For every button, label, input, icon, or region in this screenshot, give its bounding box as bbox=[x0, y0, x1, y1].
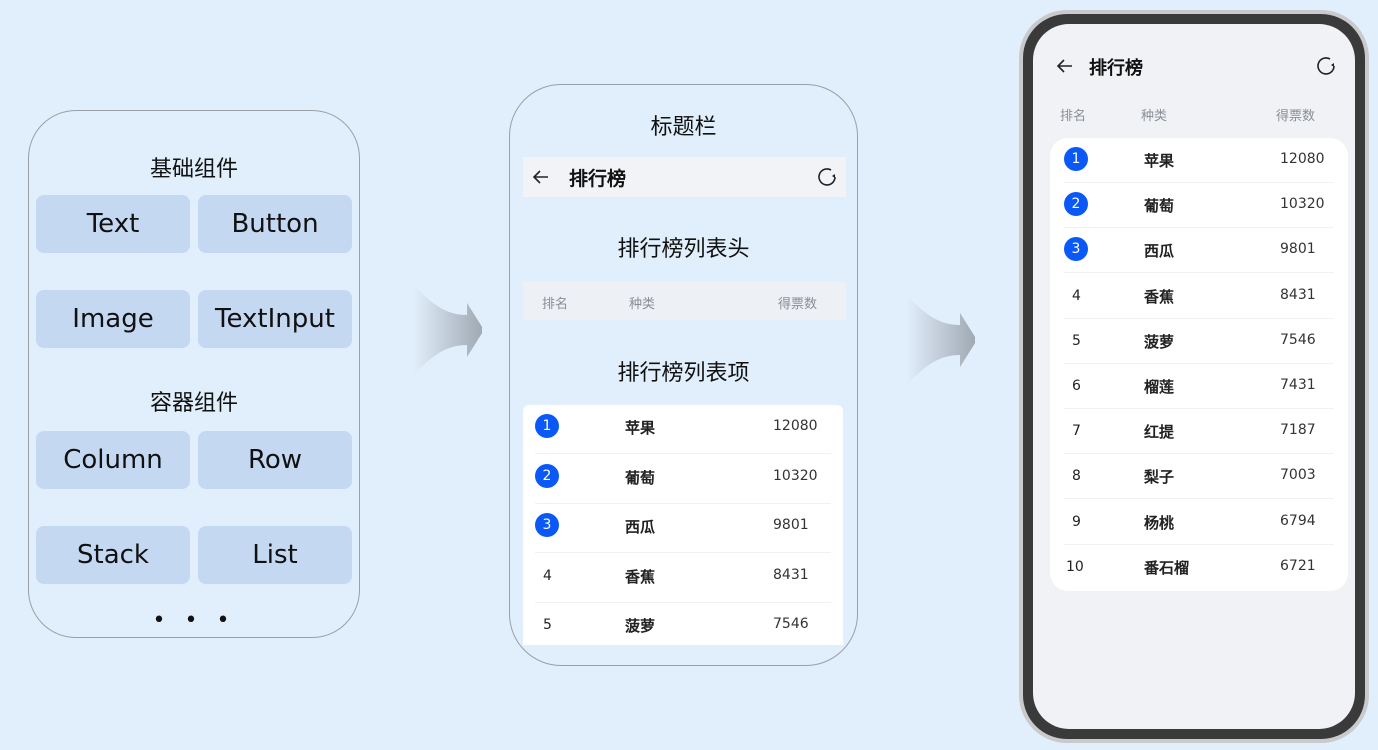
header-rank: 排名 bbox=[542, 297, 569, 312]
fruit-name: 西瓜 bbox=[625, 518, 656, 536]
rank-badge: 3 bbox=[535, 513, 559, 537]
rank-number: 10 bbox=[1066, 558, 1084, 575]
phone-mockup: 排行榜 排名 种类 得票数 1 苹果 12080 2 葡萄 10320 3 西瓜 9801 4 香蕉… bbox=[1019, 10, 1369, 743]
chip-textinput: TextInput bbox=[198, 290, 352, 348]
list-item[interactable]: 10 番石榴 6721 bbox=[1050, 545, 1348, 590]
vote-count: 7431 bbox=[1280, 377, 1316, 393]
rank-badge: 2 bbox=[1064, 192, 1088, 217]
list-item[interactable]: 5 菠萝 7546 bbox=[1050, 319, 1348, 364]
title-bar-title: 排行榜 bbox=[569, 167, 627, 190]
header-label: 排行榜列表头 bbox=[617, 237, 750, 262]
chip-button: Button bbox=[198, 195, 352, 253]
vote-count: 9801 bbox=[1280, 241, 1316, 258]
list-item[interactable]: 4 香蕉 8431 bbox=[523, 554, 843, 603]
breakdown-panel: 标题栏 排行榜 排行榜列表头 排名 种类 得票数 排行榜列表项 1 苹果 12080… bbox=[509, 84, 858, 666]
refresh-icon[interactable] bbox=[1315, 55, 1337, 77]
ranking-list: 1 苹果 12080 2 葡萄 10320 3 西瓜 9801 4 香蕉 8431 5 菠萝 7546 6 榴莲… bbox=[1050, 138, 1348, 591]
list-item[interactable]: 7 红提 7187 bbox=[1050, 409, 1348, 455]
components-panel: 基础组件 Text Button Image TextInput 容器组件 Co… bbox=[28, 110, 360, 638]
vote-count: 9801 bbox=[773, 517, 809, 533]
vote-count: 7546 bbox=[773, 616, 809, 632]
flow-arrow-icon bbox=[907, 295, 975, 385]
arrow-left-icon[interactable] bbox=[531, 167, 551, 187]
rank-number: 9 bbox=[1072, 513, 1081, 530]
more-ellipsis: • • • bbox=[152, 608, 236, 633]
basic-components-title: 基础组件 bbox=[149, 157, 238, 182]
fruit-name: 菠萝 bbox=[625, 617, 656, 635]
rank-number: 4 bbox=[1072, 287, 1081, 304]
list-item[interactable]: 1 苹果 12080 bbox=[523, 405, 843, 454]
list-item[interactable]: 8 梨子 7003 bbox=[1050, 454, 1348, 500]
rank-number: 4 bbox=[543, 567, 552, 584]
fruit-name: 葡萄 bbox=[625, 468, 656, 487]
chip-stack: Stack bbox=[36, 526, 190, 584]
vote-count: 8431 bbox=[1280, 286, 1316, 303]
rank-number: 8 bbox=[1072, 468, 1081, 485]
container-components-title: 容器组件 bbox=[149, 391, 238, 416]
fruit-name: 西瓜 bbox=[1144, 242, 1175, 261]
header-kind: 种类 bbox=[1141, 109, 1168, 124]
fruit-name: 香蕉 bbox=[1144, 287, 1175, 306]
header-kind: 种类 bbox=[629, 297, 656, 312]
vote-count: 7546 bbox=[1280, 331, 1316, 348]
header-votes: 得票数 bbox=[778, 297, 818, 312]
rank-badge: 2 bbox=[535, 463, 559, 488]
list-item[interactable]: 9 杨桃 6794 bbox=[1050, 500, 1348, 545]
fruit-name: 番石榴 bbox=[1144, 558, 1190, 577]
phone-title: 排行榜 bbox=[1089, 58, 1143, 79]
chip-row: Row bbox=[198, 431, 352, 489]
title-bar: 排行榜 bbox=[523, 157, 846, 197]
fruit-name: 苹果 bbox=[1144, 152, 1175, 170]
fruit-name: 杨桃 bbox=[1144, 513, 1175, 532]
list-item[interactable]: 2 葡萄 10320 bbox=[1050, 183, 1348, 229]
fruit-name: 红提 bbox=[1144, 423, 1175, 442]
vote-count: 6794 bbox=[1280, 512, 1316, 529]
rank-number: 6 bbox=[1072, 378, 1081, 394]
vote-count: 7187 bbox=[1280, 422, 1316, 439]
refresh-icon[interactable] bbox=[816, 166, 838, 188]
header-rank: 排名 bbox=[1060, 109, 1087, 124]
arrow-left-icon[interactable] bbox=[1055, 56, 1075, 76]
vote-count: 7003 bbox=[1280, 467, 1316, 484]
fruit-name: 香蕉 bbox=[625, 567, 656, 586]
list-header: 排名 种类 得票数 bbox=[523, 282, 846, 320]
rank-badge: 1 bbox=[1064, 147, 1088, 171]
rank-badge: 3 bbox=[1064, 237, 1088, 262]
flow-arrow-icon bbox=[414, 285, 482, 375]
rank-number: 5 bbox=[543, 617, 552, 633]
rank-number: 7 bbox=[1072, 423, 1081, 440]
fruit-name: 苹果 bbox=[625, 419, 656, 437]
rank-number: 5 bbox=[1072, 332, 1081, 349]
list-item[interactable]: 2 葡萄 10320 bbox=[523, 455, 843, 504]
vote-count: 10320 bbox=[1280, 196, 1325, 213]
items-label: 排行榜列表项 bbox=[617, 361, 750, 386]
phone-screen: 排行榜 排名 种类 得票数 1 苹果 12080 2 葡萄 10320 3 西瓜 9801 4 香蕉… bbox=[1033, 24, 1355, 729]
list-item[interactable]: 4 香蕉 8431 bbox=[1050, 274, 1348, 319]
vote-count: 10320 bbox=[773, 467, 818, 484]
fruit-name: 梨子 bbox=[1144, 468, 1175, 487]
vote-count: 12080 bbox=[1280, 151, 1325, 167]
list-item[interactable]: 3 西瓜 9801 bbox=[1050, 228, 1348, 274]
vote-count: 12080 bbox=[773, 418, 818, 434]
header-votes: 得票数 bbox=[1276, 109, 1316, 124]
chip-text: Text bbox=[36, 195, 190, 253]
ranking-list: 1 苹果 12080 2 葡萄 10320 3 西瓜 9801 4 香蕉 8431 5 菠萝 7546 bbox=[523, 405, 843, 645]
fruit-name: 菠萝 bbox=[1144, 332, 1175, 351]
fruit-name: 榴莲 bbox=[1144, 378, 1175, 396]
titlebar-label: 标题栏 bbox=[650, 115, 717, 140]
list-item[interactable]: 1 苹果 12080 bbox=[1050, 138, 1348, 183]
chip-list: List bbox=[198, 526, 352, 584]
list-item[interactable]: 6 榴莲 7431 bbox=[1050, 364, 1348, 409]
vote-count: 6721 bbox=[1280, 557, 1316, 574]
chip-column: Column bbox=[36, 431, 190, 489]
rank-badge: 1 bbox=[535, 414, 559, 438]
vote-count: 8431 bbox=[773, 566, 809, 583]
chip-image: Image bbox=[36, 290, 190, 348]
list-item[interactable]: 5 菠萝 7546 bbox=[523, 603, 843, 645]
list-item[interactable]: 3 西瓜 9801 bbox=[523, 504, 843, 553]
fruit-name: 葡萄 bbox=[1144, 197, 1175, 216]
